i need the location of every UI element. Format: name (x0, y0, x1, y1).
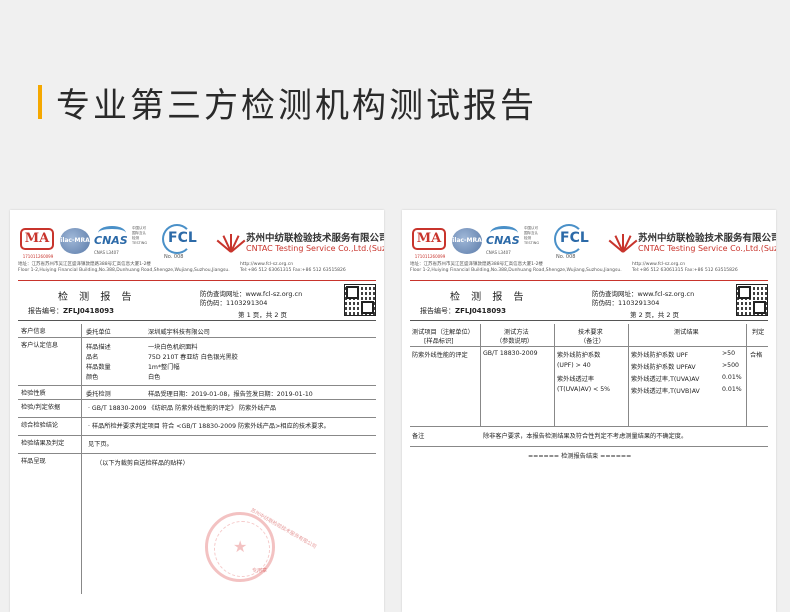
header-requirement: 技术要求 (578, 329, 603, 336)
company-address: 地址：江苏省苏州市吴江区盛泽镇敦煌路388号汇高信息大厦1-2楼 Floor 1… (410, 262, 622, 273)
report-page-1: MA 171011260099 ilac-MRA CNAS CNAS L3407… (10, 210, 384, 612)
test-result-table: 测试项目（注解单位） [样品标识] 测试方法 （参数说明） 技术要求 （备注） … (410, 324, 768, 484)
fan-logo-icon (216, 232, 246, 254)
accent-bar (38, 85, 42, 119)
qr-code-icon (736, 284, 768, 316)
report-info-table: 客户信息 委托单位 深圳威宇科技有限公司 客户认定信息 样品描述 一块白色机织面… (18, 324, 376, 594)
anti-fake-code: 防伪码：1103291304 (592, 299, 660, 307)
ilac-mra-logo: ilac-MRA (60, 228, 90, 254)
company-contact: http://www.fcl-sz.org.cn Tel:+86 512 630… (632, 262, 738, 273)
page-indicator: 第 2 页，共 2 页 (630, 311, 680, 319)
table-row: 检验性质 委托检测 样品受理日期：2019-01-08，报告签发日期：2019-… (18, 386, 376, 400)
header-item: 测试项目（注解单位） (412, 329, 474, 336)
test-method: GB/T 18830-2009 (483, 350, 538, 357)
judge-value: 合格 (750, 352, 763, 359)
header-method-sub: （参数说明） (496, 338, 534, 345)
seal-star-icon: ★ (233, 537, 248, 556)
report-number: 报告编号：ZFLJ0418093 (28, 307, 115, 315)
report-number: 报告编号：ZFLJ0418093 (420, 307, 507, 315)
company-name-cn: 苏州中纺联检验技术服务有限公司 (638, 233, 776, 244)
report-page-2: MA 171011260099 ilac-MRA CNAS CNAS L3407… (402, 210, 776, 612)
note-value: 除非客户要求，本报告检测结果及符合性判定不考虑测量结果的不确定度。 (483, 433, 688, 440)
cnas-side-text: 中国认可 国际互认 检测 TESTING (132, 226, 148, 245)
cnas-side-text: 中国认可 国际互认 检测 TESTING (524, 226, 540, 245)
table-row: 客户信息 委托单位 深圳威宇科技有限公司 (18, 324, 376, 338)
table-row: 样品呈现 （以下为裁剪自送检样品的贴样） (18, 454, 376, 594)
page-title: 专业第三方检测机构测试报告 (56, 85, 537, 126)
report-title: 检 测 报 告 (58, 292, 136, 303)
company-contact: http://www.fcl-sz.org.cn Tel:+86 512 630… (240, 262, 346, 273)
ilac-mra-logo: ilac-MRA (452, 228, 482, 254)
test-item: 防紫外线性能的评定 (412, 352, 468, 359)
cnas-logo: CNAS CNAS L3407 (94, 226, 130, 256)
fan-logo-icon (608, 232, 638, 254)
official-seal: ★ 苏州中纺联检验技术服务有限公司 专用章 (205, 508, 317, 582)
header-requirement-sub: （备注） (580, 338, 605, 345)
table-row: 客户认定信息 样品描述 一块白色机织面料 品名 75D 210T 春亚纺 白色银… (18, 338, 376, 386)
report-header: 检 测 报 告 报告编号：ZFLJ0418093 防伪查询网址：www.fcl-… (10, 286, 384, 319)
report-header: 检 测 报 告 报告编号：ZFLJ0418093 防伪查询网址：www.fcl-… (402, 286, 776, 319)
table-row: 检验/判定依据 · GB/T 18830-2009 《纺织品 防紫外线性能的评定… (18, 400, 376, 418)
cnas-logo: CNAS CNAS L3407 (486, 226, 522, 256)
ma-logo: MA 171011260099 (412, 228, 446, 259)
company-name-cn: 苏州中纺联检验技术服务有限公司 (246, 233, 384, 244)
company-name-en: CNTAC Testing Service Co.,Ltd.(Suzhou) (638, 244, 776, 253)
note-label: 备注 (412, 433, 425, 440)
company-address: 地址：江苏省苏州市吴江区盛泽镇敦煌路388号汇高信息大厦1-2楼 Floor 1… (18, 262, 230, 273)
fcl-logo: FCL No. 008 (546, 224, 594, 260)
header-judge: 判定 (752, 329, 765, 336)
qr-code-icon (344, 284, 376, 316)
header-method: 测试方法 (504, 329, 529, 336)
anti-fake-code: 防伪码：1103291304 (200, 299, 268, 307)
table-row: 综合检验结论 · 样品所检并要求判定项目 符合 <GB/T 18830-2009… (18, 418, 376, 436)
company-brand: 苏州中纺联检验技术服务有限公司 CNTAC Testing Service Co… (608, 228, 776, 264)
fcl-logo: FCL No. 008 (154, 224, 202, 260)
page-indicator: 第 1 页，共 2 页 (238, 311, 288, 319)
company-name-en: CNTAC Testing Service Co.,Ltd.(Suzhou) (246, 244, 384, 253)
report-end: ====== 检测报告结束 ====== (528, 453, 632, 460)
headline: 专业第三方检测机构测试报告 (38, 80, 537, 126)
company-brand: 苏州中纺联检验技术服务有限公司 CNTAC Testing Service Co… (216, 228, 384, 264)
table-row: 检验结果及判定 见下页。 (18, 436, 376, 454)
header-result: 测试结果 (674, 329, 699, 336)
report-title: 检 测 报 告 (450, 292, 528, 303)
header-item-sub: [样品标识] (424, 338, 454, 345)
ma-logo: MA 171011260099 (20, 228, 54, 259)
